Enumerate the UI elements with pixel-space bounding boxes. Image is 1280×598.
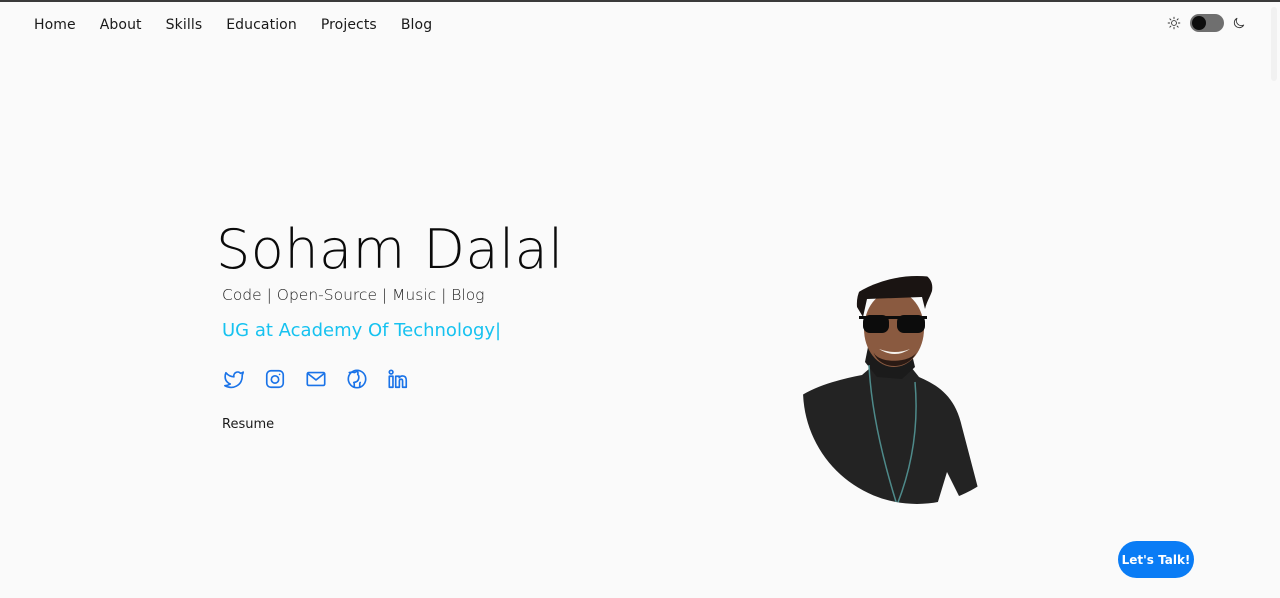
profile-photo-illustration xyxy=(803,276,979,504)
twitter-icon xyxy=(224,371,244,389)
navbar: Home About Skills Education Projects Blo… xyxy=(0,2,1280,48)
nav-link-projects[interactable]: Projects xyxy=(321,17,377,33)
nav-link-blog[interactable]: Blog xyxy=(401,17,432,33)
theme-switch[interactable] xyxy=(1190,14,1224,32)
hero-tagline: Code | Open-Source | Music | Blog xyxy=(222,286,485,304)
instagram-icon xyxy=(265,369,285,389)
profile-photo xyxy=(797,267,982,505)
theme-switch-knob xyxy=(1192,16,1206,30)
nav-link-skills[interactable]: Skills xyxy=(166,17,203,33)
twitter-link[interactable] xyxy=(222,367,246,391)
email-link[interactable] xyxy=(304,367,328,391)
linkedin-icon xyxy=(388,369,408,389)
mail-icon xyxy=(306,371,326,387)
moon-icon xyxy=(1232,16,1246,30)
theme-toggle xyxy=(1167,14,1246,32)
github-icon xyxy=(347,369,367,389)
nav-link-education[interactable]: Education xyxy=(226,17,297,33)
linkedin-link[interactable] xyxy=(386,367,410,391)
hero-role-typewriter: UG at Academy Of Technology| xyxy=(222,320,502,341)
scrollbar-thumb[interactable] xyxy=(1271,7,1277,81)
nav-link-about[interactable]: About xyxy=(100,17,142,33)
lets-talk-button[interactable]: Let's Talk! xyxy=(1118,541,1194,578)
nav-links: Home About Skills Education Projects Blo… xyxy=(34,16,456,34)
hero-section: Soham Dalal Code | Open-Source | Music |… xyxy=(216,218,564,433)
github-link[interactable] xyxy=(345,367,369,391)
instagram-link[interactable] xyxy=(263,367,287,391)
nav-link-home[interactable]: Home xyxy=(34,17,76,33)
sun-icon xyxy=(1167,16,1181,30)
hero-name: Soham Dalal xyxy=(216,218,564,281)
resume-link[interactable]: Resume xyxy=(222,417,274,432)
social-links xyxy=(222,367,564,391)
